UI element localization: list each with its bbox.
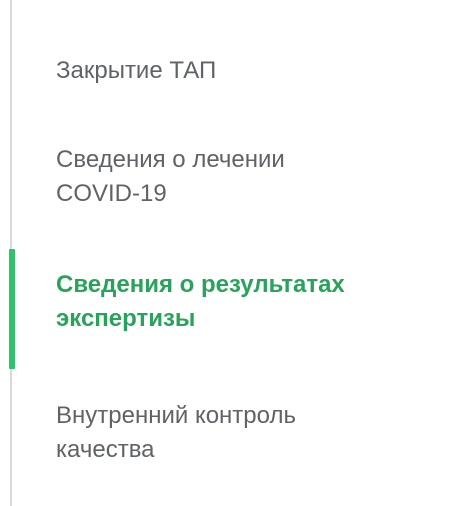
nav-item-label: экспертизы xyxy=(56,305,196,332)
nav-item-label: Внутренний контроль xyxy=(56,402,296,429)
nav-item-label: Сведения о лечении xyxy=(56,146,285,173)
active-indicator xyxy=(9,249,15,369)
nav-item-closing-tap[interactable]: Закрытие ТАП xyxy=(56,54,456,88)
nav-item-covid-treatment[interactable]: Сведения о лечении COVID-19 xyxy=(56,143,456,211)
nav-item-label: качества xyxy=(56,436,155,463)
nav-item-quality-control[interactable]: Внутренний контроль качества xyxy=(56,399,456,467)
nav-item-label: COVID-19 xyxy=(56,180,167,207)
nav-item-label: Закрытие ТАП xyxy=(56,57,217,84)
section-nav: Закрытие ТАП Сведения о лечении COVID-19… xyxy=(0,0,466,506)
nav-item-expertise-results[interactable]: Сведения о результатах экспертизы xyxy=(56,268,456,336)
nav-item-label: Сведения о результатах xyxy=(56,271,345,298)
